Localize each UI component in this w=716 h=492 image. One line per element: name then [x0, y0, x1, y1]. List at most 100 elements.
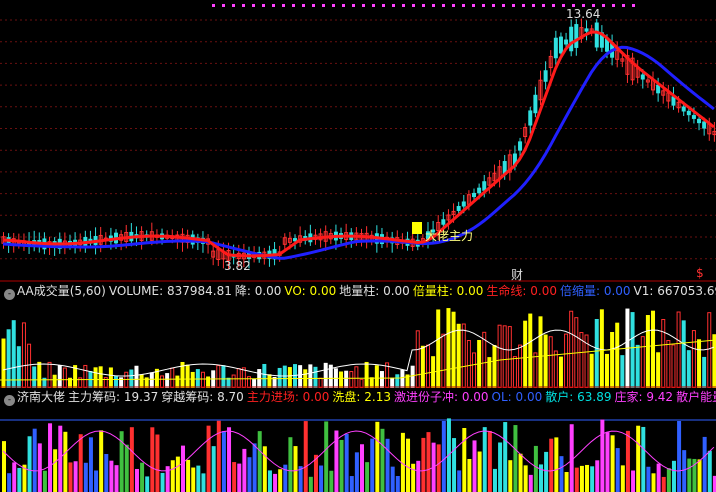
- volume-bar: [615, 322, 620, 388]
- volume-bar: [369, 377, 374, 388]
- indicator-bar: [109, 460, 114, 492]
- candle-body: [584, 28, 589, 32]
- candle-body: [533, 94, 538, 114]
- volume-bar: [21, 322, 26, 388]
- volume-field: 倍量柱: 0.00: [412, 284, 484, 298]
- volume-bar: [461, 323, 466, 388]
- volume-bar: [518, 344, 523, 388]
- volume-field: 生命线: 0.00: [486, 284, 557, 298]
- indicator-bar: [661, 476, 666, 492]
- volume-field: 地量柱: 0.00: [339, 284, 410, 298]
- volume-bar: [98, 366, 103, 388]
- signal-dot: [612, 4, 615, 7]
- indicator-bar: [278, 469, 283, 492]
- indicator-bar: [697, 459, 702, 492]
- indicator-field: 主力进场: 0.00: [246, 390, 330, 404]
- indicator-bar: [370, 438, 375, 492]
- collapse-icon[interactable]: -: [4, 289, 15, 300]
- indicator-bar: [646, 466, 651, 492]
- candle-body: [553, 37, 558, 59]
- indicator-bar: [406, 438, 411, 492]
- indicator-bar: [416, 460, 421, 492]
- indicator-bar: [365, 462, 370, 492]
- indicator-bar: [523, 465, 528, 492]
- indicator-field: 散户: 63.89: [545, 390, 612, 404]
- volume-panel[interactable]: [0, 300, 716, 388]
- indicator-bar: [421, 437, 426, 492]
- indicator-bar: [641, 426, 646, 492]
- volume-bar: [216, 365, 221, 388]
- volume-bar: [635, 344, 640, 388]
- indicator-bar: [186, 459, 191, 492]
- volume-field: VO: 0.00: [284, 284, 337, 298]
- indicator-bar: [508, 460, 513, 492]
- volume-panel-header: - AA成交量(5,60) VOLUME: 837984.81 降: 0.00 VO: …: [0, 282, 716, 300]
- indicator-bar: [308, 476, 313, 492]
- volume-bar: [339, 371, 344, 388]
- signal-dot: [362, 4, 365, 7]
- signal-dot: [562, 4, 565, 7]
- signal-dot: [602, 4, 605, 7]
- candle-body: [574, 24, 579, 48]
- signal-dot: [372, 4, 375, 7]
- signal-dot: [332, 4, 335, 7]
- ma-red-line: [2, 30, 715, 258]
- indicator-bar: [288, 437, 293, 492]
- signal-dot: [422, 4, 425, 7]
- signal-dot: [472, 4, 475, 7]
- volume-bar: [62, 367, 67, 388]
- volume-bar: [686, 350, 691, 388]
- collapse-icon[interactable]: -: [4, 395, 15, 406]
- indicator-bar: [273, 473, 278, 492]
- volume-bar: [707, 312, 712, 388]
- volume-bar: [47, 361, 52, 388]
- volume-bar: [323, 362, 328, 388]
- volume-bar: [364, 361, 369, 388]
- candle-body: [518, 141, 523, 151]
- volume-bar: [441, 333, 446, 388]
- bottom-marker-cai: 财: [511, 268, 524, 282]
- signal-dot: [262, 4, 265, 7]
- indicator-bar: [354, 452, 359, 492]
- indicator-bar: [201, 473, 206, 492]
- indicator-bar: [196, 465, 201, 492]
- indicator-bar: [17, 467, 22, 492]
- indicator-bar: [600, 419, 605, 492]
- indicator-bar: [191, 467, 196, 492]
- volume-bar: [472, 352, 477, 388]
- volume-bar: [16, 346, 21, 388]
- indicator-bar: [375, 421, 380, 492]
- volume-chart[interactable]: [0, 300, 716, 388]
- indicator-bar: [467, 458, 472, 492]
- indicator-field: 散户能量: 0: [676, 390, 716, 404]
- indicator-bar: [687, 458, 692, 492]
- signal-dot: [452, 4, 455, 7]
- indicator-bar: [319, 465, 324, 492]
- price-panel[interactable]: 13.64 3.82 大佬主力 财 $: [0, 0, 716, 282]
- indicator-bar: [380, 428, 385, 492]
- indicator-bar: [88, 437, 93, 492]
- volume-bar: [175, 375, 180, 388]
- volume-bar: [308, 364, 313, 388]
- volume-bar: [553, 350, 558, 388]
- indicator-bar: [487, 430, 492, 492]
- signal-dot: [212, 4, 215, 7]
- indicator-bar: [595, 460, 600, 492]
- candle-body: [558, 36, 563, 54]
- volume-bar: [671, 344, 676, 388]
- signal-dot: [632, 4, 635, 7]
- indicator-bar: [293, 446, 298, 492]
- volume-bar: [165, 373, 170, 388]
- indicator-chart[interactable]: [0, 406, 716, 492]
- volume-bar: [374, 365, 379, 388]
- indicator-field: 激进份子冲: 0.00: [393, 390, 489, 404]
- indicator-bar: [579, 465, 584, 492]
- indicator-panel[interactable]: [0, 406, 716, 492]
- volume-bar: [564, 333, 569, 388]
- indicator-bar: [656, 463, 661, 492]
- ma-blue-line: [2, 45, 715, 260]
- candle-body: [686, 110, 691, 116]
- indicator-bar: [457, 470, 462, 492]
- price-chart[interactable]: [0, 0, 716, 282]
- volume-bar: [656, 352, 661, 388]
